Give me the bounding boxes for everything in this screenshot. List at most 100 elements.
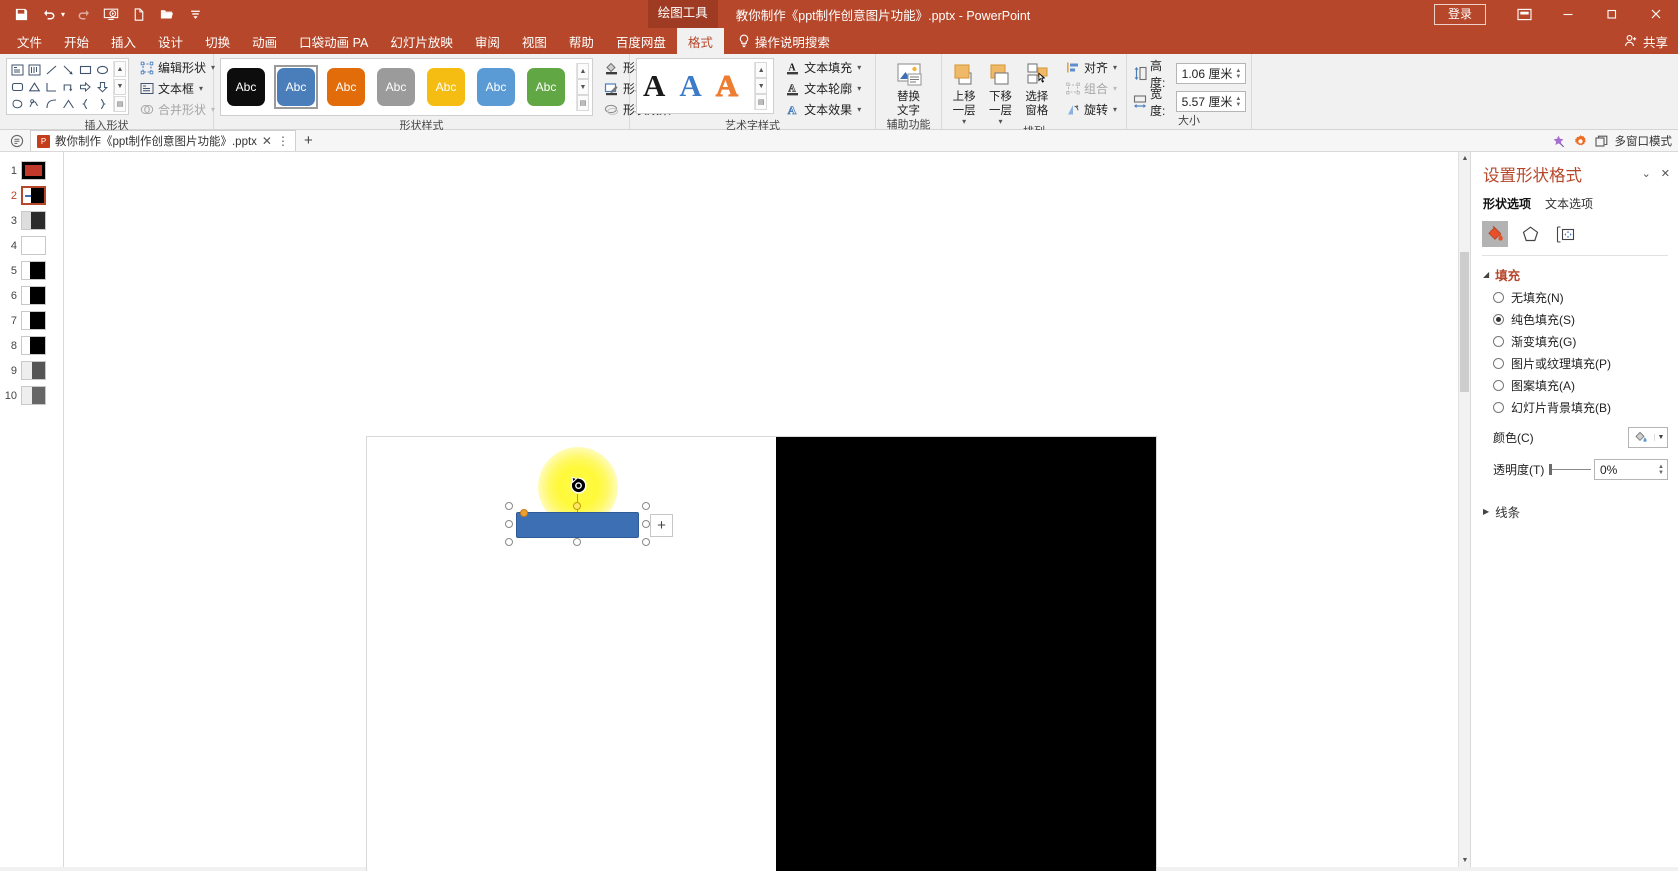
styles-scroll-down[interactable]: ▼ — [577, 79, 589, 95]
slide-preview[interactable] — [21, 361, 46, 380]
multiwindow-mode-label[interactable]: 多窗口模式 — [1615, 133, 1673, 149]
rotate-cursor-icon[interactable] — [569, 476, 588, 495]
transparency-input[interactable]: 0% ▲ ▼ — [1594, 459, 1668, 480]
transparency-spinner[interactable]: ▲ ▼ — [1658, 464, 1667, 476]
shape-style-green[interactable]: Abc — [524, 65, 568, 109]
slide-thumbnail-9[interactable]: 9 — [0, 358, 63, 383]
new-file-icon[interactable] — [126, 3, 152, 25]
chevron-down-icon[interactable]: ▾ — [199, 84, 203, 93]
tab-transitions[interactable]: 切换 — [194, 28, 241, 54]
document-tab[interactable]: P 教你制作《ppt制作创意图片功能》.pptx ✕ ⋮ — [30, 130, 296, 151]
wordart-style-blue[interactable]: A — [679, 69, 701, 103]
bring-forward-button[interactable]: 上移一层 ▾ — [948, 58, 980, 126]
shape-style-lightblue[interactable]: Abc — [474, 65, 518, 109]
wordart-gallery-scroll[interactable]: ▲ ▼ ▤ — [754, 62, 768, 110]
shape-textbox-icon[interactable] — [9, 61, 26, 78]
triangle-collapsed-icon[interactable]: ▶ — [1483, 507, 1489, 516]
shapes-gallery-more[interactable]: ▤ — [114, 96, 126, 112]
shape-freeform-icon[interactable] — [9, 95, 26, 112]
start-slideshow-icon[interactable] — [98, 3, 124, 25]
maximize-button[interactable] — [1590, 0, 1634, 28]
no-fill-radio[interactable] — [1493, 292, 1504, 303]
shape-styles-scroll[interactable]: ▲ ▼ ▤ — [576, 63, 589, 111]
shape-style-yellow[interactable]: Abc — [424, 65, 468, 109]
effects-pentagon-icon[interactable] — [1517, 221, 1543, 247]
chevron-down-icon[interactable]: ▾ — [857, 105, 861, 114]
send-backward-button[interactable]: 下移一层 ▾ — [984, 58, 1016, 126]
wordart-style-orange[interactable]: A — [715, 68, 738, 103]
shape-rounded-rect-icon[interactable] — [9, 78, 26, 95]
new-document-tab-button[interactable]: + — [296, 132, 321, 149]
styles-scroll-up[interactable]: ▲ — [577, 63, 589, 79]
slide-thumbnail-10[interactable]: 10 — [0, 383, 63, 408]
line-section-header[interactable]: ▶ 线条 — [1471, 480, 1678, 521]
slide-preview[interactable] — [21, 386, 46, 405]
fill-line-icon[interactable] — [1482, 221, 1508, 247]
picture-texture-fill-option[interactable]: 图片或纹理填充(P) — [1471, 350, 1678, 372]
shape-styles-gallery[interactable]: Abc Abc Abc Abc Abc Abc Abc ▲ ▼ ▤ — [220, 58, 593, 116]
document-tab-close-icon[interactable]: ✕ — [262, 134, 272, 148]
chevron-down-icon[interactable]: ▾ — [857, 63, 861, 72]
slide-canvas[interactable] — [367, 437, 1156, 871]
tab-insert[interactable]: 插入 — [100, 28, 147, 54]
shape-scribble-icon[interactable] — [26, 95, 43, 112]
tab-animations[interactable]: 动画 — [241, 28, 288, 54]
height-input[interactable]: 1.06 厘米 ▲ ▼ — [1175, 63, 1247, 84]
wps-feature-icon[interactable] — [1551, 134, 1566, 149]
slide-preview[interactable] — [21, 236, 46, 255]
slide-bg-fill-radio[interactable] — [1493, 402, 1504, 413]
tab-format[interactable]: 格式 — [676, 28, 724, 54]
close-button[interactable] — [1634, 0, 1678, 28]
shape-elbow-connector-icon[interactable] — [43, 78, 60, 95]
slide-thumbnail-pane[interactable]: 1 2 3 4 5 6 7 8 9 10 — [0, 152, 64, 867]
shape-rectangle-icon[interactable] — [77, 61, 94, 78]
wordart-scroll-up[interactable]: ▲ — [755, 62, 768, 78]
resize-handle-middle-left[interactable] — [505, 520, 513, 528]
fill-color-button[interactable]: ▼ — [1628, 427, 1668, 448]
tab-slideshow[interactable]: 幻灯片放映 — [379, 28, 464, 54]
ribbon-display-options-icon[interactable] — [1502, 0, 1546, 28]
shape-style-gray[interactable]: Abc — [374, 65, 418, 109]
shape-right-brace-icon[interactable] — [94, 95, 111, 112]
document-tab-menu-icon[interactable]: ⋮ — [277, 134, 289, 148]
shape-down-arrow-icon[interactable] — [94, 78, 111, 95]
pattern-fill-option[interactable]: 图案填充(A) — [1471, 372, 1678, 394]
resize-handle-top-center[interactable] — [573, 502, 581, 510]
tab-help[interactable]: 帮助 — [558, 28, 605, 54]
shapes-gallery-scroll[interactable]: ▲ ▼ ▤ — [113, 61, 126, 112]
align-button[interactable]: 对齐 ▾ — [1063, 58, 1120, 77]
resize-handle-bottom-left[interactable] — [505, 538, 513, 546]
triangle-expanded-icon[interactable]: ◢ — [1483, 270, 1489, 279]
tab-pocket-animation[interactable]: 口袋动画 PA — [288, 28, 379, 54]
tell-me-search[interactable]: 操作说明搜索 — [724, 28, 830, 54]
sign-in-button[interactable]: 登录 — [1433, 3, 1486, 25]
transparency-slider[interactable] — [1549, 464, 1592, 476]
editor-vertical-scrollbar[interactable]: ▲ ▼ — [1458, 152, 1470, 867]
chevron-down-icon[interactable]: ▾ — [998, 118, 1002, 126]
pane-close-icon[interactable]: ✕ — [1661, 167, 1670, 180]
solid-fill-radio[interactable] — [1493, 314, 1504, 325]
shapes-scroll-up[interactable]: ▲ — [114, 61, 126, 77]
shapes-scroll-down[interactable]: ▼ — [114, 78, 126, 95]
fill-color-caret-icon[interactable]: ▼ — [1654, 434, 1667, 441]
slide-bg-fill-option[interactable]: 幻灯片背景填充(B) — [1471, 394, 1678, 416]
tab-baidu-netdisk[interactable]: 百度网盘 — [605, 28, 677, 54]
minimize-button[interactable] — [1546, 0, 1590, 28]
shape-elbow-arrow-icon[interactable] — [60, 78, 77, 95]
shape-line-icon[interactable] — [43, 61, 60, 78]
chevron-down-icon[interactable]: ▾ — [1113, 105, 1117, 114]
width-spinner[interactable]: ▲ ▼ — [1235, 96, 1243, 108]
styles-gallery-more[interactable]: ▤ — [577, 95, 589, 111]
wordart-gallery-more[interactable]: ▤ — [755, 94, 768, 110]
slide-preview[interactable] — [21, 336, 46, 355]
tab-file[interactable]: 文件 — [6, 28, 53, 54]
tab-design[interactable]: 设计 — [147, 28, 194, 54]
shape-left-brace-icon[interactable] — [77, 95, 94, 112]
pattern-fill-radio[interactable] — [1493, 380, 1504, 391]
slide-thumbnail-7[interactable]: 7 — [0, 308, 63, 333]
gradient-fill-option[interactable]: 渐变填充(G) — [1471, 328, 1678, 350]
shape-arrow-icon[interactable] — [60, 61, 77, 78]
open-folder-icon[interactable] — [154, 3, 180, 25]
shapes-gallery[interactable]: ▲ ▼ ▤ — [6, 58, 129, 115]
shape-arc-icon[interactable] — [60, 95, 77, 112]
